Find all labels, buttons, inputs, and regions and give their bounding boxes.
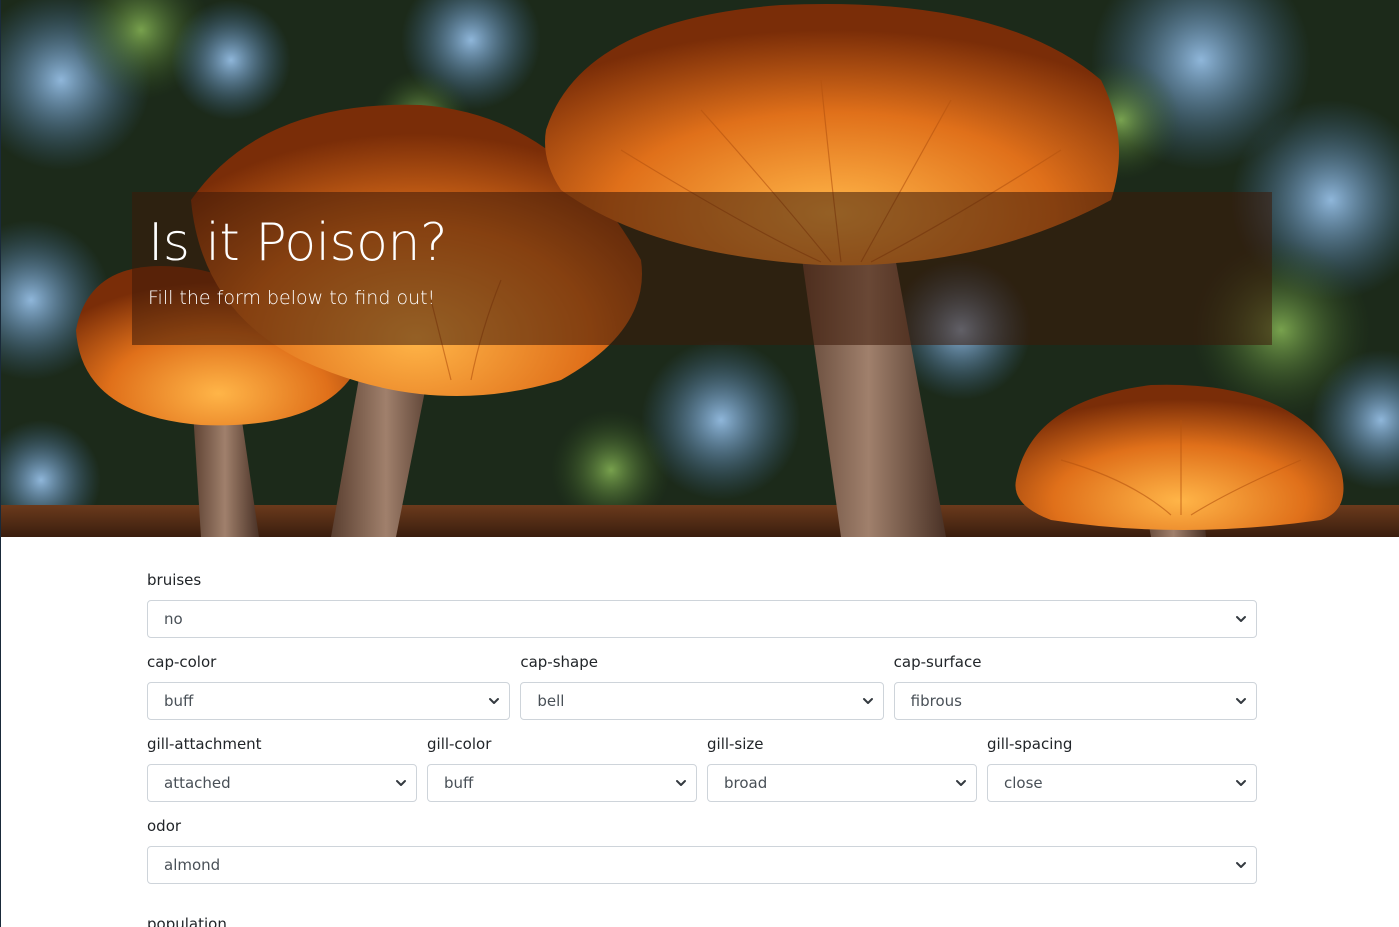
chevron-down-icon (1236, 862, 1246, 868)
field-odor: odor almond (147, 816, 1257, 884)
gill-color-select[interactable]: buff (427, 764, 697, 802)
chevron-down-icon (676, 780, 686, 786)
field-cap-surface: cap-surface fibrous (893, 652, 1257, 720)
form-row-bruises: bruises no (147, 570, 1257, 638)
gill-attachment-label: gill-attachment (147, 735, 262, 753)
cap-surface-select-value: fibrous (910, 692, 962, 710)
chevron-down-icon (1236, 616, 1246, 622)
chevron-down-icon (862, 698, 873, 704)
gill-size-select-value: broad (724, 774, 768, 792)
chevron-down-icon (489, 698, 500, 704)
chevron-down-icon (1236, 780, 1246, 786)
chevron-down-icon (956, 780, 966, 786)
form-row-odor: odor almond (147, 816, 1257, 884)
field-cap-color: cap-color buff (147, 652, 511, 720)
mushroom-form: bruises no cap-color buff cap-shape bell (147, 570, 1257, 898)
gill-spacing-select-value: close (1004, 774, 1043, 792)
cap-surface-select[interactable]: fibrous (893, 682, 1257, 720)
bruises-label: bruises (147, 571, 202, 589)
jumbotron: Is it Poison? Fill the form below to fin… (132, 192, 1272, 345)
field-cap-shape: cap-shape bell (520, 652, 884, 720)
field-gill-spacing: gill-spacing close (987, 734, 1257, 802)
cap-surface-label: cap-surface (893, 653, 982, 671)
gill-color-select-value: buff (444, 774, 474, 792)
field-gill-size: gill-size broad (707, 734, 977, 802)
cap-color-select[interactable]: buff (147, 682, 511, 720)
odor-select-value: almond (164, 856, 221, 874)
cap-shape-select[interactable]: bell (520, 682, 884, 720)
page-title: Is it Poison? (148, 213, 448, 273)
gill-spacing-label: gill-spacing (987, 735, 1073, 753)
gill-spacing-select[interactable]: close (987, 764, 1257, 802)
bruises-select[interactable]: no (147, 600, 1257, 638)
gill-attachment-select[interactable]: attached (147, 764, 417, 802)
gill-color-label: gill-color (427, 735, 492, 753)
form-row-cap: cap-color buff cap-shape bell cap-surfac… (147, 652, 1257, 720)
page-subtitle: Fill the form below to find out! (148, 287, 436, 309)
page: Is it Poison? Fill the form below to fin… (0, 0, 1399, 927)
gill-size-select[interactable]: broad (707, 764, 977, 802)
population-label: population (147, 915, 227, 927)
cap-shape-label: cap-shape (520, 653, 598, 671)
gill-attachment-select-value: attached (164, 774, 231, 792)
chevron-down-icon (1235, 698, 1246, 704)
bruises-select-value: no (164, 610, 183, 628)
form-row-gill: gill-attachment attached gill-color buff… (147, 734, 1257, 802)
chevron-down-icon (396, 780, 406, 786)
gill-size-label: gill-size (707, 735, 764, 753)
odor-label: odor (147, 817, 182, 835)
field-gill-attachment: gill-attachment attached (147, 734, 417, 802)
hero-banner: Is it Poison? Fill the form below to fin… (1, 0, 1399, 537)
cap-color-label: cap-color (147, 653, 217, 671)
field-bruises: bruises no (147, 570, 1257, 638)
field-gill-color: gill-color buff (427, 734, 697, 802)
cap-color-select-value: buff (164, 692, 194, 710)
odor-select[interactable]: almond (147, 846, 1257, 884)
cap-shape-select-value: bell (537, 692, 565, 710)
